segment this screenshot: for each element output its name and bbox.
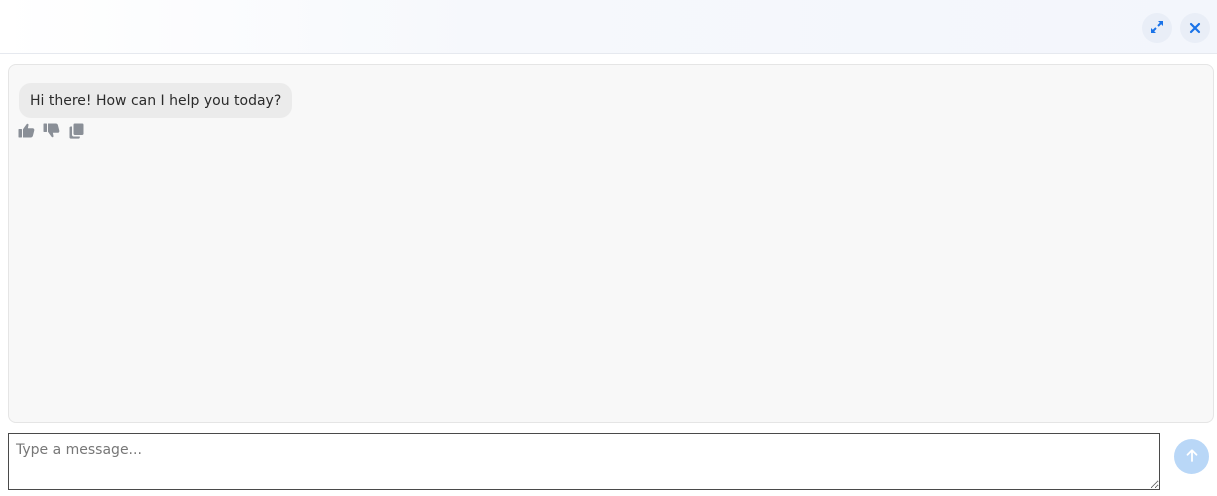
close-icon [1189,19,1201,38]
composer [8,433,1160,490]
arrow-up-icon [1186,447,1198,466]
send-button[interactable] [1174,439,1209,474]
thumbs-down-icon[interactable] [43,122,60,139]
message-list[interactable]: Hi there! How can I help you today? [8,64,1214,423]
assistant-message-bubble: Hi there! How can I help you today? [19,83,293,118]
expand-button[interactable] [1142,13,1172,43]
chat-header [0,0,1217,54]
close-button[interactable] [1180,13,1210,43]
message-actions [18,122,85,139]
chat-widget: Hi there! How can I help you today? [0,0,1217,496]
thumbs-up-icon[interactable] [18,122,35,139]
copy-icon[interactable] [68,122,85,139]
expand-icon [1150,19,1164,38]
message-text: Hi there! How can I help you today? [30,92,282,109]
message-input[interactable] [8,433,1160,490]
